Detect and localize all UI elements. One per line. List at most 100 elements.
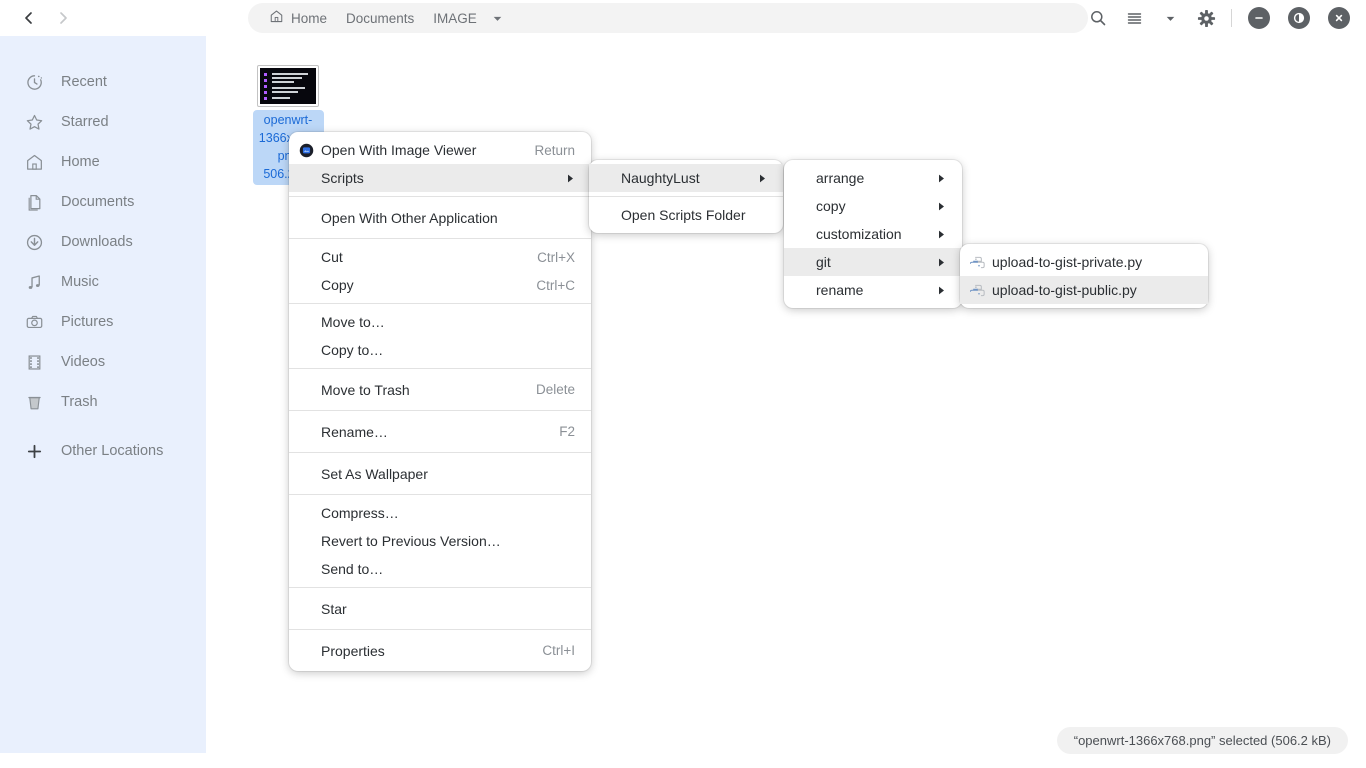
menu-item-naughtylust[interactable]: NaughtyLust [589,164,783,192]
menu-item-open-scripts-folder[interactable]: Open Scripts Folder [589,201,783,229]
breadcrumb-dropdown-icon[interactable] [491,12,504,25]
navigation-buttons [16,5,76,31]
menu-item-open-with-other-application[interactable]: Open With Other Application [289,201,591,234]
menu-label: git [816,254,831,270]
sidebar-item-home[interactable]: Home [0,142,206,182]
sidebar-item-trash[interactable]: Trash [0,382,206,422]
menu-accel: Ctrl+I [542,643,575,658]
menu-item-compress[interactable]: Compress… [289,499,591,527]
sidebar-label-pictures: Pictures [61,314,114,330]
music-note-icon [24,272,44,292]
sidebar-item-documents[interactable]: Documents [0,182,206,222]
sidebar-item-pictures[interactable]: Pictures [0,302,206,342]
menu-separator [289,368,591,369]
sidebar-item-music[interactable]: Music [0,262,206,302]
image-viewer-icon [298,142,315,159]
sidebar-item-videos[interactable]: Videos [0,342,206,382]
menu-separator [289,452,591,453]
menu-item-move-to-trash[interactable]: Move to Trash Delete [289,373,591,406]
submenu-arrow-icon [907,285,946,296]
search-icon[interactable] [1081,3,1115,33]
menu-item-rename[interactable]: Rename… F2 [289,415,591,448]
menu-item-rename-scripts[interactable]: rename [784,276,962,304]
minimize-button[interactable] [1248,7,1270,29]
chevron-down-icon[interactable] [1153,3,1187,33]
menu-label: Star [321,600,347,617]
menu-label: Send to… [321,561,384,577]
menu-item-open-with-image-viewer[interactable]: Open With Image Viewer Return [289,136,591,164]
plus-icon [24,441,44,461]
submenu-arrow-icon [907,201,946,212]
breadcrumb-item-image[interactable]: IMAGE [426,9,484,28]
menu-label: copy [816,198,846,214]
breadcrumb: Home Documents IMAGE [248,3,1088,33]
sidebar-label-trash: Trash [61,394,98,410]
close-button[interactable] [1328,7,1350,29]
gear-icon[interactable] [1189,3,1223,33]
menu-item-set-as-wallpaper[interactable]: Set As Wallpaper [289,457,591,490]
header-divider [1231,9,1232,27]
menu-item-arrange[interactable]: arrange [784,164,962,192]
sidebar-item-starred[interactable]: Starred [0,102,206,142]
submenu-arrow-icon [907,257,946,268]
menu-label: upload-to-gist-private.py [992,254,1143,270]
film-icon [24,352,44,372]
back-button[interactable] [16,5,42,31]
forward-button[interactable] [50,5,76,31]
sidebar-label-videos: Videos [61,354,106,370]
menu-item-scripts[interactable]: Scripts [289,164,591,192]
breadcrumb-item-documents[interactable]: Documents [339,9,421,28]
file-manager-window: Home Documents IMAGE Recent Starred Home… [0,0,1366,768]
sidebar-label-starred: Starred [61,114,109,130]
header-bar: Home Documents IMAGE [0,0,1366,36]
sidebar-item-recent[interactable]: Recent [0,62,206,102]
submenu-arrow-icon [907,173,946,184]
menu-label: customization [816,226,902,242]
menu-separator [289,629,591,630]
menu-separator [289,238,591,239]
menu-label: Properties [321,642,385,659]
menu-item-move-to[interactable]: Move to… [289,308,591,336]
menu-item-upload-to-gist-private[interactable]: upload-to-gist-private.py [960,248,1208,276]
breadcrumb-item-home[interactable]: Home [262,7,334,29]
menu-item-copy-to[interactable]: Copy to… [289,336,591,364]
git-submenu: upload-to-gist-private.py upload-to-gist… [960,244,1208,308]
sidebar-label-home: Home [61,154,100,170]
menu-item-git[interactable]: git [784,248,962,276]
menu-item-copy[interactable]: Copy Ctrl+C [289,271,591,299]
menu-label: NaughtyLust [621,170,700,186]
home-icon [269,9,284,27]
menu-item-copy-scripts[interactable]: copy [784,192,962,220]
sidebar-item-downloads[interactable]: Downloads [0,222,206,262]
menu-label: Cut [321,249,343,265]
python-script-icon [969,282,986,299]
menu-item-send-to[interactable]: Send to… [289,555,591,583]
menu-label: Open With Other Application [321,209,498,226]
sidebar-label-documents: Documents [61,194,135,210]
thumbnail-image [260,68,316,104]
menu-item-star[interactable]: Star [289,592,591,625]
sidebar-item-other-locations[interactable]: Other Locations [0,431,206,471]
menu-accel: F2 [559,424,575,439]
clock-icon [24,72,44,92]
list-view-icon[interactable] [1117,3,1151,33]
menu-item-cut[interactable]: Cut Ctrl+X [289,243,591,271]
menu-item-upload-to-gist-public[interactable]: upload-to-gist-public.py [960,276,1208,304]
naughtylust-submenu: arrange copy customization git rename [784,160,962,308]
submenu-arrow-icon [907,229,946,240]
sidebar-label-other-locations: Other Locations [61,443,164,459]
menu-item-properties[interactable]: Properties Ctrl+I [289,634,591,667]
menu-label: Open With Image Viewer [321,142,477,158]
menu-accel: Ctrl+X [537,249,575,265]
menu-item-revert-to-previous-version[interactable]: Revert to Previous Version… [289,527,591,555]
menu-item-customization[interactable]: customization [784,220,962,248]
menu-label: Copy to… [321,342,384,358]
menu-label: Set As Wallpaper [321,465,428,482]
scripts-submenu: NaughtyLust Open Scripts Folder [589,160,783,233]
menu-accel: Ctrl+C [536,277,575,293]
menu-separator [289,196,591,197]
sidebar-label-music: Music [61,274,99,290]
menu-label: Copy [321,277,354,293]
maximize-button[interactable] [1288,7,1310,29]
